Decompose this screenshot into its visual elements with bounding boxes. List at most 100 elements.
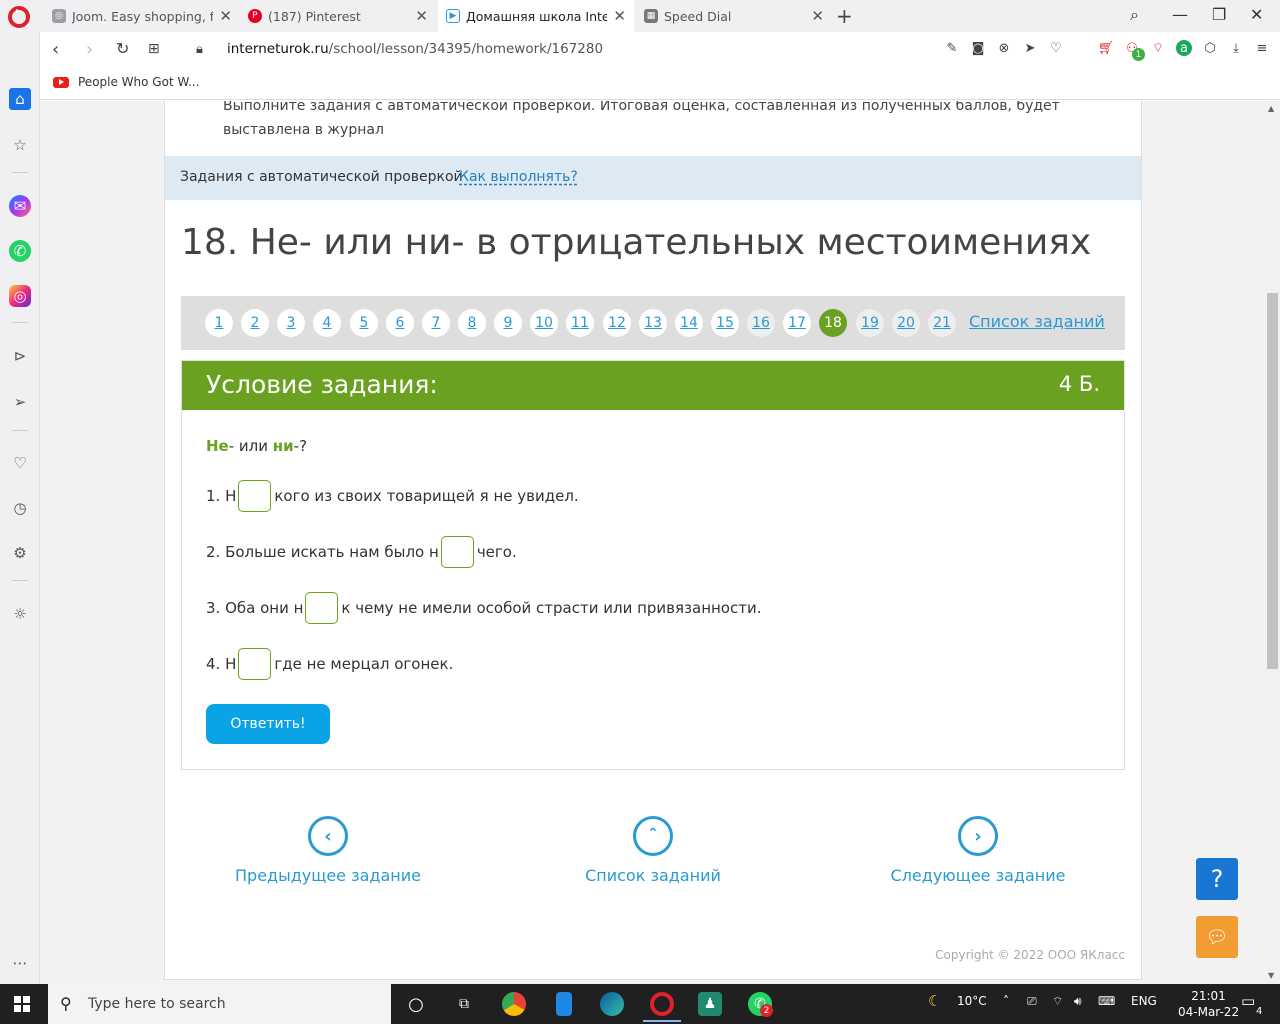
heart-icon[interactable]: ♡	[1048, 40, 1064, 56]
page-link-3[interactable]: 3	[277, 309, 305, 337]
close-tab-icon[interactable]: ✕	[219, 7, 232, 25]
send-icon[interactable]: ➤	[1022, 40, 1038, 56]
heart-icon[interactable]: ♡	[9, 452, 31, 474]
more-icon[interactable]: ⋯	[9, 952, 31, 974]
close-tab-icon[interactable]: ✕	[415, 7, 428, 25]
new-tab-button[interactable]: +	[836, 4, 853, 28]
answer-input-1[interactable]	[238, 480, 272, 512]
page-link-17[interactable]: 17	[783, 309, 811, 337]
taskbar-search[interactable]: ⚲ Type here to search	[48, 984, 391, 1024]
meet-icon[interactable]: ⎚	[1027, 994, 1037, 1009]
download-icon[interactable]: ⤓	[1228, 40, 1244, 56]
answer-button[interactable]: Ответить!	[206, 704, 330, 744]
forward-icon[interactable]: ›	[86, 39, 93, 60]
lightbulb-icon[interactable]: ☼	[9, 603, 31, 625]
task-list-link[interactable]: Список заданий	[969, 312, 1105, 331]
page-link-21[interactable]: 21	[928, 309, 956, 337]
help-button[interactable]: ?	[1196, 858, 1238, 900]
scroll-down-icon[interactable]: ▼	[1268, 971, 1274, 980]
page-link-12[interactable]: 12	[603, 309, 631, 337]
task-list-nav-link[interactable]: ˆ Список заданий	[553, 816, 753, 885]
tab-speed-dial[interactable]: ▦ Speed Dial ✕	[636, 0, 832, 32]
answer-input-4[interactable]	[238, 648, 272, 680]
close-tab-icon[interactable]: ✕	[811, 7, 824, 25]
signal-icon[interactable]: ⌔	[1150, 40, 1166, 56]
weather-icon[interactable]: ☾	[928, 992, 941, 1010]
cart-icon[interactable]: 🛒︎	[1098, 40, 1115, 56]
page-scrollbar[interactable]: ▲ ▼	[1265, 101, 1280, 984]
tab-joom[interactable]: ◎ Joom. Easy shopping, fast a ✕	[44, 0, 240, 32]
page-link-14[interactable]: 14	[675, 309, 703, 337]
notifications-icon[interactable]: ▭	[1241, 992, 1255, 1010]
camera-icon[interactable]: ◙	[970, 40, 986, 56]
url-field[interactable]: interneturok.ru/school/lesson/34395/home…	[227, 41, 603, 57]
chrome-icon[interactable]	[502, 992, 526, 1016]
page-link-8[interactable]: 8	[458, 309, 486, 337]
restore-icon[interactable]: ❐	[1212, 5, 1226, 24]
keyboard-icon[interactable]: ⌨	[1098, 994, 1115, 1008]
page-link-1[interactable]: 1	[205, 309, 233, 337]
settings-icon[interactable]: ⚙	[9, 542, 31, 564]
page-link-15[interactable]: 15	[711, 309, 739, 337]
cube-icon[interactable]: ⬡	[1202, 40, 1218, 56]
page-link-20[interactable]: 20	[892, 309, 920, 337]
reload-icon[interactable]: ↻	[116, 39, 129, 58]
scroll-up-icon[interactable]: ▲	[1268, 104, 1274, 113]
windows-start-icon[interactable]	[14, 996, 30, 1012]
page-link-10[interactable]: 10	[530, 309, 558, 337]
page-link-19[interactable]: 19	[856, 309, 884, 337]
answer-input-3[interactable]	[305, 592, 339, 624]
menu-icon[interactable]: ≡	[1254, 40, 1270, 56]
close-window-icon[interactable]: ✕	[1250, 5, 1263, 24]
home-icon[interactable]: ⌂	[9, 88, 31, 110]
page-link-13[interactable]: 13	[639, 309, 667, 337]
tab-search-icon[interactable]: ⌕	[1130, 5, 1139, 25]
instagram-icon[interactable]: ◎	[9, 285, 31, 307]
a-extension-icon[interactable]: a	[1176, 40, 1192, 56]
wifi-icon[interactable]: ⌔	[1052, 994, 1063, 1009]
minimize-icon[interactable]: —	[1172, 5, 1188, 24]
extension-icon[interactable]: ⚇ 1	[1124, 40, 1145, 61]
page-link-16[interactable]: 16	[747, 309, 775, 337]
chat-button[interactable]: 💬︎	[1196, 916, 1238, 958]
tab-pinterest[interactable]: P (187) Pinterest ✕	[240, 0, 436, 32]
tray-chevron-icon[interactable]: ˄	[1003, 994, 1009, 1008]
opera-taskbar-icon[interactable]	[650, 992, 674, 1016]
tab-interneturok[interactable]: ▶ Домашняя школа Internet ✕	[438, 0, 634, 32]
file-icon[interactable]	[556, 992, 572, 1016]
player-icon[interactable]: ⊳	[9, 345, 31, 367]
cortana-icon[interactable]: ○	[404, 992, 428, 1016]
scroll-thumb[interactable]	[1267, 293, 1278, 669]
task-view-icon[interactable]: ⧉	[452, 992, 476, 1016]
task-points: 4 Б.	[1058, 372, 1100, 396]
page-link-5[interactable]: 5	[350, 309, 378, 337]
close-tab-icon[interactable]: ✕	[613, 7, 626, 25]
next-task-link[interactable]: › Следующее задание	[878, 816, 1078, 885]
page-link-4[interactable]: 4	[313, 309, 341, 337]
page-title: 18. Не- или ни- в отрицательных местоиме…	[181, 222, 1092, 263]
opera-menu-icon[interactable]	[8, 6, 30, 28]
send-icon[interactable]: ➢	[9, 391, 31, 413]
adblock-icon[interactable]: ⊗	[996, 40, 1012, 56]
back-icon[interactable]: ‹	[52, 39, 59, 60]
messenger-icon[interactable]: ✉	[9, 195, 31, 217]
edge-icon[interactable]	[600, 992, 624, 1016]
whatsapp-icon[interactable]: ✆	[9, 240, 31, 262]
bookmark-youtube[interactable]: People Who Got W...	[53, 75, 199, 89]
page-link-9[interactable]: 9	[494, 309, 522, 337]
history-icon[interactable]: ◷	[9, 497, 31, 519]
page-link-11[interactable]: 11	[566, 309, 594, 337]
page-link-6[interactable]: 6	[386, 309, 414, 337]
star-icon[interactable]: ☆	[9, 134, 31, 156]
volume-icon[interactable]: 🔊︎	[1074, 994, 1082, 1009]
clock[interactable]: 21:01 04-Mar-22	[1178, 988, 1239, 1020]
tabs-overview-icon[interactable]: ⊞	[148, 41, 160, 57]
how-to-link[interactable]: Как выполнять?	[459, 169, 578, 185]
prev-task-link[interactable]: ‹ Предыдущее задание	[228, 816, 428, 885]
edit-icon[interactable]: ✎	[944, 40, 960, 56]
page-link-7[interactable]: 7	[422, 309, 450, 337]
app-icon[interactable]: ♟	[698, 992, 722, 1016]
page-link-2[interactable]: 2	[241, 309, 269, 337]
page-link-18-current[interactable]: 18	[819, 309, 847, 337]
answer-input-2[interactable]	[440, 536, 474, 568]
